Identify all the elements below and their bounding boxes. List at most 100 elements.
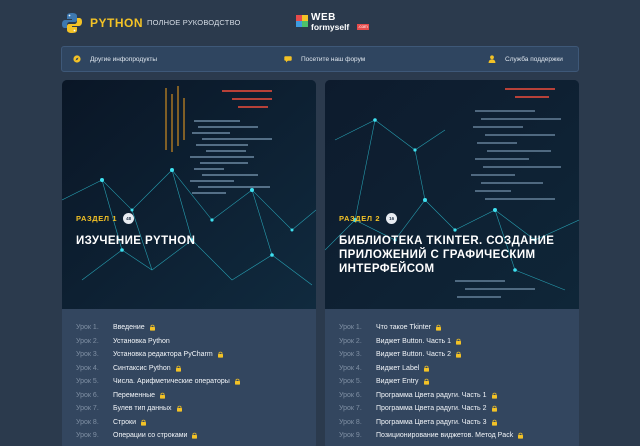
lock-icon xyxy=(491,405,497,412)
lesson-item[interactable]: Урок 4. Виджет Label xyxy=(339,362,575,376)
nav-support-label: Служба поддержки xyxy=(505,55,563,63)
lesson-number: Урок 6. xyxy=(76,391,99,399)
lesson-number: Урок 2. xyxy=(339,337,362,345)
partner-logo-badge: .com xyxy=(357,24,369,30)
nav-support[interactable]: Служба поддержки xyxy=(488,47,563,71)
lesson-item[interactable]: Урок 1. Что такое Tkinter xyxy=(339,321,575,335)
user-icon xyxy=(488,55,496,63)
lock-icon xyxy=(491,392,497,399)
lesson-item[interactable]: Урок 2. Установка Python xyxy=(76,335,312,349)
lesson-number: Урок 3. xyxy=(76,351,99,359)
lesson-item[interactable]: Урок 8. Программа Цвета радуги. Часть 3 xyxy=(339,416,575,430)
code-network-illustration xyxy=(62,80,316,309)
partner-mark-icon xyxy=(296,15,308,27)
lesson-title: Программа Цвета радуги. Часть 3 xyxy=(376,418,487,426)
lesson-title: Операции со строками xyxy=(113,432,188,440)
top-navigation: Другие инфопродукты Посетите наш форум С… xyxy=(61,46,579,72)
lesson-title: Программа Цвета радуги. Часть 2 xyxy=(376,405,487,413)
lesson-title: Установка редактора PyCharm xyxy=(113,351,213,359)
brand-tagline: ПОЛНОЕ РУКОВОДСТВО xyxy=(147,18,241,27)
section-2-title[interactable]: БИБЛИОТЕКА TKINTER. СОЗДАНИЕ ПРИЛОЖЕНИЙ … xyxy=(339,234,569,276)
header: PYTHON ПОЛНОЕ РУКОВОДСТВО WEB formyself … xyxy=(0,0,640,44)
lesson-title: Виджет Button. Часть 2 xyxy=(376,351,452,359)
lesson-number: Урок 7. xyxy=(76,405,99,413)
lesson-number: Урок 7. xyxy=(339,405,362,413)
lesson-number: Урок 1. xyxy=(339,324,362,332)
lesson-item[interactable]: Урок 4. Синтаксис Python xyxy=(76,362,312,376)
lesson-number: Урок 5. xyxy=(339,378,362,386)
lock-icon xyxy=(192,432,198,439)
lock-icon xyxy=(424,365,430,372)
section-1-label-text: РАЗДЕЛ 1 xyxy=(76,214,118,223)
section-1-hero-image xyxy=(62,80,316,309)
lesson-item[interactable]: Урок 9. Позиционирование виджетов. Метод … xyxy=(339,429,575,443)
lesson-title: Введение xyxy=(113,324,145,332)
chat-icon xyxy=(284,56,292,63)
partner-logo-bottom: formyself xyxy=(311,22,350,32)
section-2-label: РАЗДЕЛ 2 16 xyxy=(339,213,398,224)
section-card-1[interactable]: РАЗДЕЛ 1 48 ИЗУЧЕНИЕ PYTHON Урок 1. Введе… xyxy=(62,80,316,446)
lock-icon xyxy=(141,419,147,426)
section-2-label-text: РАЗДЕЛ 2 xyxy=(339,214,381,223)
lesson-title: Программа Цвета радуги. Часть 1 xyxy=(376,391,487,399)
lesson-title: Виджет Label xyxy=(376,364,420,372)
python-logo-icon[interactable] xyxy=(62,12,82,34)
lesson-item[interactable]: Урок 2. Виджет Button. Часть 1 xyxy=(339,335,575,349)
lesson-number: Урок 6. xyxy=(339,391,362,399)
lesson-title: Виджет Entry xyxy=(376,378,419,386)
section-1-lesson-list: Урок 1. Введение Урок 2. Установка Python … xyxy=(76,321,312,443)
nav-other-products-label: Другие инфопродукты xyxy=(90,55,158,63)
lock-icon xyxy=(234,378,240,385)
lesson-item[interactable]: Урок 6. Программа Цвета радуги. Часть 1 xyxy=(339,389,575,403)
lesson-item[interactable]: Урок 3. Установка редактора PyCharm xyxy=(76,348,312,362)
lesson-number: Урок 8. xyxy=(339,418,362,426)
lesson-item[interactable]: Урок 3. Виджет Button. Часть 2 xyxy=(339,348,575,362)
lesson-title: Установка Python xyxy=(113,337,170,345)
lesson-title: Виджет Button. Часть 1 xyxy=(376,337,452,345)
lesson-item[interactable]: Урок 5. Виджет Entry xyxy=(339,375,575,389)
lesson-item[interactable]: Урок 5. Числа. Арифметические операторы xyxy=(76,375,312,389)
compass-icon xyxy=(73,55,81,63)
partner-logo[interactable]: WEB formyself .com xyxy=(296,12,376,34)
lesson-number: Урок 3. xyxy=(339,351,362,359)
section-1-title[interactable]: ИЗУЧЕНИЕ PYTHON xyxy=(76,234,306,248)
lesson-number: Урок 2. xyxy=(76,337,99,345)
section-1-label: РАЗДЕЛ 1 48 xyxy=(76,213,135,224)
section-2-lesson-list: Урок 1. Что такое Tkinter Урок 2. Виджет B… xyxy=(339,321,575,443)
lesson-number: Урок 9. xyxy=(339,432,362,440)
lock-icon xyxy=(435,324,441,331)
lesson-item[interactable]: Урок 7. Булев тип данных xyxy=(76,402,312,416)
lock-icon xyxy=(175,365,181,372)
lesson-number: Урок 9. xyxy=(76,432,99,440)
lock-icon xyxy=(423,378,429,385)
section-2-lesson-count: 16 xyxy=(386,213,398,224)
lock-icon xyxy=(456,338,462,345)
lock-icon xyxy=(176,405,182,412)
lesson-title: Позиционирование виджетов. Метод Pack xyxy=(376,432,514,440)
nav-forum-label: Посетите наш форум xyxy=(301,55,366,63)
lesson-item[interactable]: Урок 6. Переменные xyxy=(76,389,312,403)
lock-icon xyxy=(491,419,497,426)
lesson-item[interactable]: Урок 7. Программа Цвета радуги. Часть 2 xyxy=(339,402,575,416)
brand-title[interactable]: PYTHON xyxy=(90,16,143,30)
lesson-title: Булев тип данных xyxy=(113,405,172,413)
lesson-number: Урок 4. xyxy=(339,364,362,372)
nav-other-products[interactable]: Другие инфопродукты xyxy=(73,47,157,71)
nav-forum[interactable]: Посетите наш форум xyxy=(284,47,365,71)
lesson-title: Переменные xyxy=(113,391,156,399)
lesson-title: Строки xyxy=(113,418,137,426)
lesson-item[interactable]: Урок 9. Операции со строками xyxy=(76,429,312,443)
lesson-item[interactable]: Урок 1. Введение xyxy=(76,321,312,335)
lock-icon xyxy=(149,324,155,331)
lesson-number: Урок 5. xyxy=(76,378,99,386)
lock-icon xyxy=(160,392,166,399)
lesson-number: Урок 8. xyxy=(76,418,99,426)
section-1-lesson-count: 48 xyxy=(123,213,135,224)
lock-icon xyxy=(456,351,462,358)
lesson-item[interactable]: Урок 8. Строки xyxy=(76,416,312,430)
lesson-title: Числа. Арифметические операторы xyxy=(113,378,230,386)
lock-icon xyxy=(217,351,223,358)
lesson-title: Что такое Tkinter xyxy=(376,324,431,332)
section-card-2[interactable]: РАЗДЕЛ 2 16 БИБЛИОТЕКА TKINTER. СОЗДАНИЕ… xyxy=(325,80,579,446)
lesson-title: Синтаксис Python xyxy=(113,364,171,372)
